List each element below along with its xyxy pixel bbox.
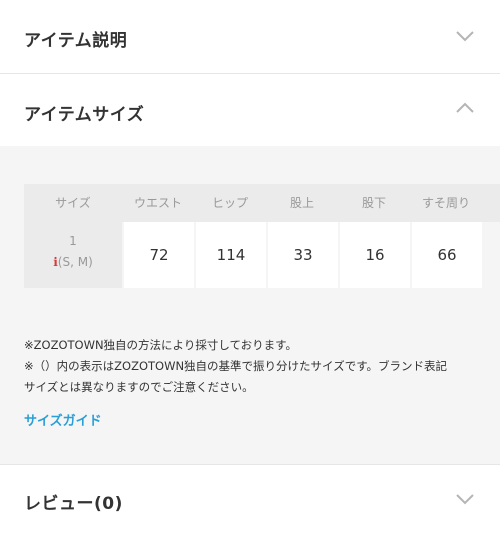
value-inseam: 16: [340, 222, 410, 288]
size-table-header-row: サイズ ウエスト ヒップ 股上 股下 すそ周り: [24, 184, 500, 222]
header-hip: ヒップ: [211, 196, 248, 210]
size-label-cell: 1 ℹ(S, M): [24, 222, 122, 288]
table-row: 1 ℹ(S, M) 72 114 33 16 66: [24, 222, 500, 288]
header-waist: ウエスト: [133, 196, 182, 210]
measure-note-1: ※ZOZOTOWN独自の方法により採寸しております。: [24, 338, 297, 352]
item-size-title: アイテムサイズ: [24, 105, 145, 125]
measure-note-2: ※（）内の表示はZOZOTOWN独自の基準で振り分けたサイズです。ブランド表記: [24, 359, 448, 373]
header-hem-width: すそ周り: [421, 196, 470, 210]
value-hem-width: 66: [412, 222, 482, 288]
value-waist: 72: [124, 222, 194, 288]
header-inseam: 股下: [361, 196, 386, 210]
value-hip: 114: [196, 222, 266, 288]
item-size-panel: サイズ ウエスト ヒップ 股上 股下 すそ周り 1 ℹ(S, M) 72 114…: [0, 146, 500, 464]
chevron-down-icon[interactable]: [456, 493, 474, 505]
size-note: ℹ(S, M): [24, 255, 122, 269]
measure-note-3: サイズとは異なりますのでご注意ください。: [24, 380, 254, 394]
reviews-header[interactable]: レビュー(0): [0, 465, 500, 537]
chevron-up-icon[interactable]: [456, 102, 474, 114]
value-rise: 33: [268, 222, 338, 288]
header-rise: 股上: [289, 196, 314, 210]
reviews-title: レビュー(0): [24, 494, 123, 514]
chevron-down-icon[interactable]: [456, 30, 474, 42]
item-description-header[interactable]: アイテム説明: [0, 0, 500, 72]
item-description-title: アイテム説明: [24, 31, 128, 51]
size-note-text: (S, M): [57, 255, 93, 269]
size-number: 1: [69, 234, 77, 248]
size-table[interactable]: サイズ ウエスト ヒップ 股上 股下 すそ周り 1 ℹ(S, M) 72 114…: [24, 184, 500, 290]
item-size-header[interactable]: アイテムサイズ: [0, 74, 500, 146]
size-guide-link[interactable]: サイズガイド: [24, 410, 102, 429]
header-size: サイズ: [55, 196, 91, 210]
